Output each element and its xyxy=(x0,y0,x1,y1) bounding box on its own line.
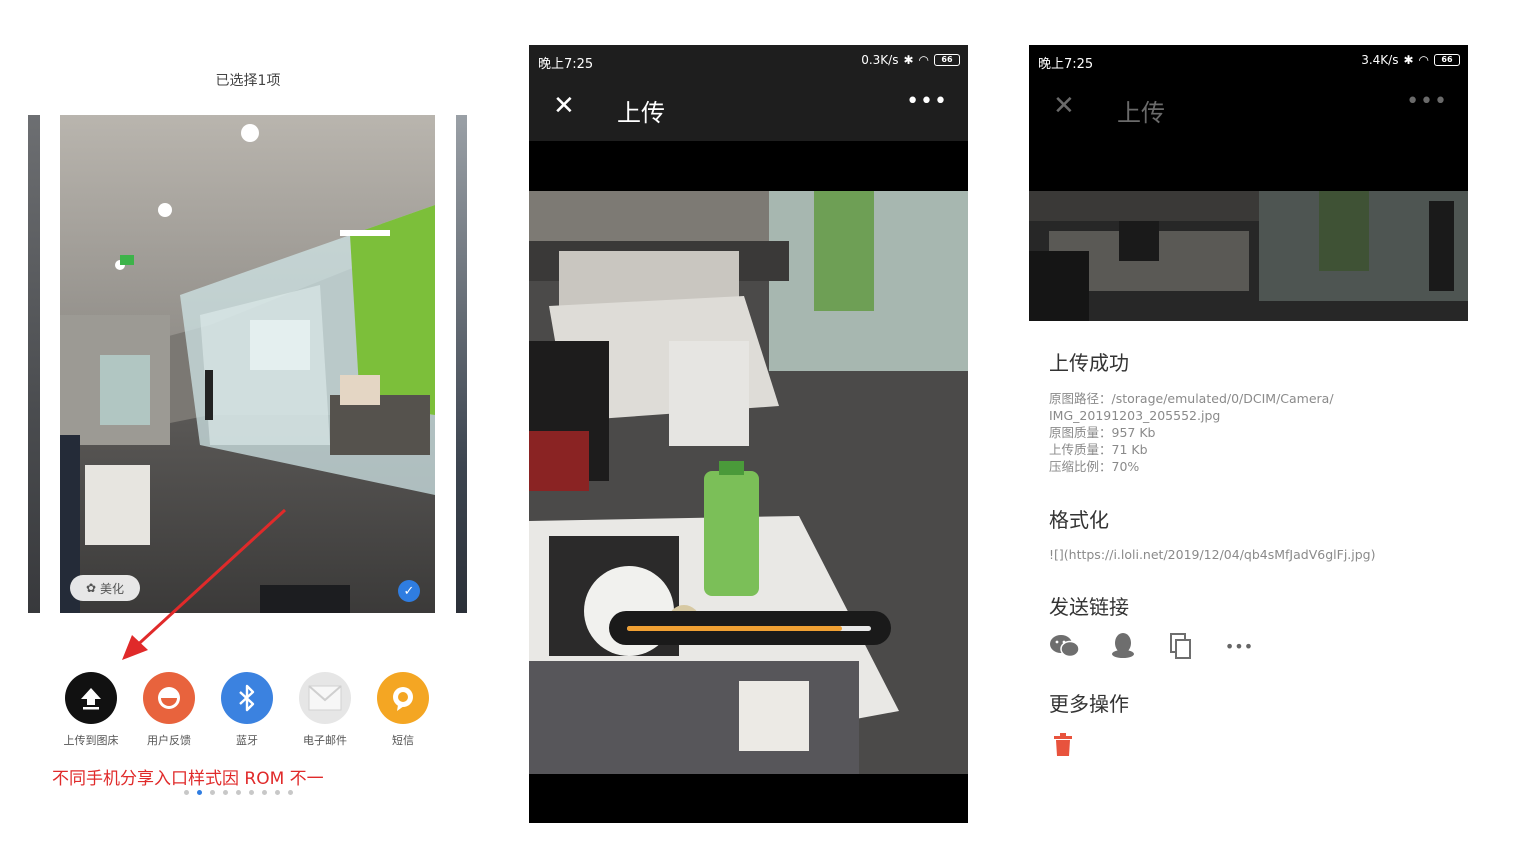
upload-preview-photo xyxy=(529,191,968,774)
bluetooth-status-icon: ✱ xyxy=(903,53,914,67)
page-dot xyxy=(210,790,215,795)
status-bar: 晚上7:25 3.4K/s ✱ ◠ 66 xyxy=(1029,45,1468,75)
status-time: 晚上7:25 xyxy=(538,57,594,72)
network-speed: 0.3K/s xyxy=(861,53,899,67)
share-label: 上传到图床 xyxy=(63,734,119,747)
more-icon[interactable]: ••• xyxy=(1406,89,1448,114)
page-dot xyxy=(249,790,254,795)
app-bar: ✕ 上传 ••• xyxy=(529,75,968,141)
upload-progress-bar xyxy=(609,611,891,645)
path-value: /storage/emulated/0/DCIM/Camera/ xyxy=(1111,391,1334,406)
share-email[interactable]: 电子邮件 xyxy=(287,672,363,748)
bluetooth-status-icon: ✱ xyxy=(1403,53,1414,67)
share-bluetooth[interactable]: 蓝牙 xyxy=(209,672,285,748)
upload-screen: 晚上7:25 0.3K/s ✱ ◠ 66 ✕ 上传 ••• xyxy=(529,45,968,823)
share-label: 用户反馈 xyxy=(147,734,191,747)
format-title: 格式化 xyxy=(1049,508,1109,532)
upload-result-screen: 晚上7:25 3.4K/s ✱ ◠ 66 ✕ 上传 ••• 上传成功 原图路径：… xyxy=(1029,45,1468,805)
more-icon[interactable]: ••• xyxy=(1223,632,1255,660)
trash-icon[interactable] xyxy=(1053,733,1073,761)
battery-icon: 66 xyxy=(934,54,960,66)
email-icon xyxy=(299,672,351,724)
page-dot xyxy=(184,790,189,795)
uploaded-photo-preview xyxy=(1029,191,1468,321)
next-photo-edge[interactable] xyxy=(456,115,467,613)
network-speed: 3.4K/s xyxy=(1361,53,1399,67)
share-sms[interactable]: 短信 xyxy=(365,672,441,748)
page-dot xyxy=(288,790,293,795)
orig-size: 原图质量：957 Kb xyxy=(1049,425,1156,440)
wechat-icon[interactable] xyxy=(1049,632,1081,660)
format-value[interactable]: ![](https://i.loli.net/2019/12/04/qb4sMf… xyxy=(1049,547,1375,562)
more-actions-title: 更多操作 xyxy=(1049,692,1129,716)
sms-icon xyxy=(377,672,429,724)
screen-title: 上传 xyxy=(1117,99,1165,127)
red-arrow-annotation xyxy=(122,508,287,660)
page-indicator xyxy=(184,790,293,795)
page-dot xyxy=(236,790,241,795)
path-label: 原图路径： xyxy=(1049,391,1112,406)
upload-info: 原图路径：/storage/emulated/0/DCIM/Camera/ IM… xyxy=(1049,390,1334,475)
page-dot xyxy=(275,790,280,795)
bluetooth-icon xyxy=(221,672,273,724)
share-upload-to-imagebed[interactable]: 上传到图床 xyxy=(53,672,129,748)
close-icon[interactable]: ✕ xyxy=(553,91,575,121)
upload-success-title: 上传成功 xyxy=(1049,351,1129,375)
progress-fill xyxy=(627,626,842,631)
qq-icon[interactable] xyxy=(1107,632,1139,660)
dim-overlay xyxy=(1029,141,1468,191)
path-value-cont: IMG_20191203_205552.jpg xyxy=(1049,408,1221,423)
share-label: 短信 xyxy=(392,734,414,747)
share-label: 蓝牙 xyxy=(236,734,258,747)
more-icon[interactable]: ••• xyxy=(906,89,948,114)
wifi-icon: ◠ xyxy=(1418,53,1429,67)
prev-photo-edge[interactable] xyxy=(28,115,40,613)
progress-track xyxy=(627,626,871,631)
upload-icon xyxy=(65,672,117,724)
close-icon[interactable]: ✕ xyxy=(1053,91,1075,121)
send-link-title: 发送链接 xyxy=(1049,595,1129,619)
page-dot xyxy=(223,790,228,795)
battery-icon: 66 xyxy=(1434,54,1460,66)
share-user-feedback[interactable]: 用户反馈 xyxy=(131,672,207,748)
share-label: 电子邮件 xyxy=(303,734,347,747)
wifi-icon: ◠ xyxy=(918,53,929,67)
rom-note: 不同手机分享入口样式因 ROM 不一 xyxy=(52,769,324,789)
copy-icon[interactable] xyxy=(1165,632,1197,660)
page-dot xyxy=(197,790,202,795)
app-bar: ✕ 上传 ••• xyxy=(1029,75,1468,141)
sparkle-icon: ✿ xyxy=(85,581,97,595)
checkmark-icon[interactable]: ✓ xyxy=(398,580,420,602)
status-bar: 晚上7:25 0.3K/s ✱ ◠ 66 xyxy=(529,45,968,75)
compress-ratio: 压缩比例：70% xyxy=(1049,459,1140,474)
feedback-icon xyxy=(143,672,195,724)
upload-size: 上传质量：71 Kb xyxy=(1049,442,1148,457)
screen-title: 上传 xyxy=(617,99,665,127)
status-time: 晚上7:25 xyxy=(1038,57,1094,72)
selection-title: 已选择1项 xyxy=(215,73,281,89)
page-dot xyxy=(262,790,267,795)
